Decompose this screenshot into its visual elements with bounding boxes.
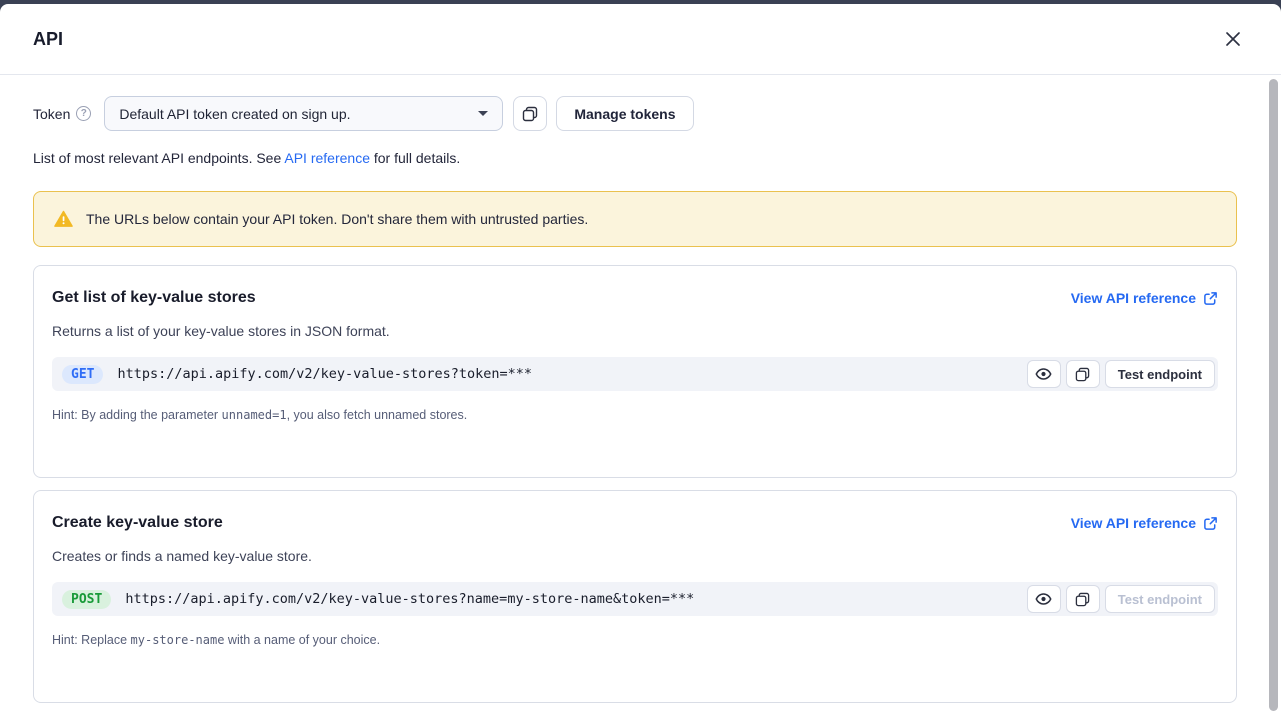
- copy-token-button[interactable]: [513, 96, 547, 131]
- token-row: Token ? Default API token created on sig…: [33, 96, 1237, 131]
- reveal-token-button[interactable]: [1027, 360, 1061, 388]
- modal-title: API: [33, 29, 63, 50]
- modal-header: API: [0, 4, 1281, 75]
- token-label: Token: [33, 106, 70, 122]
- modal-body: Token ? Default API token created on sig…: [0, 75, 1281, 703]
- intro-before: List of most relevant API endpoints. See: [33, 150, 284, 166]
- external-link-icon: [1203, 516, 1218, 531]
- intro-after: for full details.: [370, 150, 460, 166]
- copy-url-button[interactable]: [1066, 360, 1100, 388]
- test-endpoint-button[interactable]: Test endpoint: [1105, 360, 1215, 388]
- copy-url-button[interactable]: [1066, 585, 1100, 613]
- test-endpoint-button[interactable]: Test endpoint: [1105, 585, 1215, 613]
- card-title: Get list of key-value stores: [52, 289, 256, 307]
- endpoint-url: https://api.apify.com/v2/key-value-store…: [117, 366, 532, 382]
- api-reference-link[interactable]: API reference: [284, 150, 370, 166]
- endpoint-card-create: Create key-value store View API referenc…: [33, 490, 1237, 703]
- method-badge: POST: [62, 590, 111, 609]
- view-api-reference-label: View API reference: [1071, 290, 1196, 306]
- endpoint-card-get-list: Get list of key-value stores View API re…: [33, 265, 1237, 478]
- chevron-down-icon: [478, 111, 488, 116]
- method-badge: GET: [62, 365, 103, 384]
- help-icon[interactable]: ?: [76, 106, 91, 121]
- intro-text: List of most relevant API endpoints. See…: [33, 150, 1237, 166]
- hint-text: Hint: Replace my-store-name with a name …: [52, 633, 1218, 647]
- view-api-reference-label: View API reference: [1071, 515, 1196, 531]
- card-description: Creates or finds a named key-value store…: [52, 548, 1218, 564]
- endpoint-url: https://api.apify.com/v2/key-value-store…: [125, 591, 694, 607]
- hint-code: unnamed=1: [222, 408, 287, 422]
- close-button[interactable]: [1221, 27, 1245, 51]
- external-link-icon: [1203, 291, 1218, 306]
- copy-icon: [522, 106, 538, 122]
- eye-icon: [1035, 367, 1052, 381]
- view-api-reference-link[interactable]: View API reference: [1071, 290, 1218, 306]
- warning-text: The URLs below contain your API token. D…: [86, 211, 588, 227]
- hint-after: with a name of your choice.: [224, 633, 380, 647]
- hint-after: , you also fetch unnamed stores.: [287, 408, 468, 422]
- card-description: Returns a list of your key-value stores …: [52, 323, 1218, 339]
- hint-code: my-store-name: [131, 633, 225, 647]
- scrollbar-thumb[interactable]: [1269, 79, 1278, 711]
- copy-icon: [1075, 367, 1090, 382]
- manage-tokens-button[interactable]: Manage tokens: [556, 96, 693, 131]
- warning-icon: [54, 210, 73, 228]
- warning-banner: The URLs below contain your API token. D…: [33, 191, 1237, 247]
- close-icon: [1224, 30, 1242, 48]
- api-modal: API Token ? Default API token created on…: [0, 4, 1281, 711]
- hint-before: Hint: Replace: [52, 633, 131, 647]
- hint-text: Hint: By adding the parameter unnamed=1,…: [52, 408, 1218, 422]
- endpoint-row: POST https://api.apify.com/v2/key-value-…: [52, 582, 1218, 616]
- copy-icon: [1075, 592, 1090, 607]
- eye-icon: [1035, 592, 1052, 606]
- card-title: Create key-value store: [52, 514, 223, 532]
- token-select-value: Default API token created on sign up.: [119, 106, 350, 122]
- reveal-token-button[interactable]: [1027, 585, 1061, 613]
- view-api-reference-link[interactable]: View API reference: [1071, 515, 1218, 531]
- hint-before: Hint: By adding the parameter: [52, 408, 222, 422]
- endpoint-row: GET https://api.apify.com/v2/key-value-s…: [52, 357, 1218, 391]
- card-head: Create key-value store View API referenc…: [52, 514, 1218, 532]
- token-select[interactable]: Default API token created on sign up.: [104, 96, 503, 131]
- card-head: Get list of key-value stores View API re…: [52, 289, 1218, 307]
